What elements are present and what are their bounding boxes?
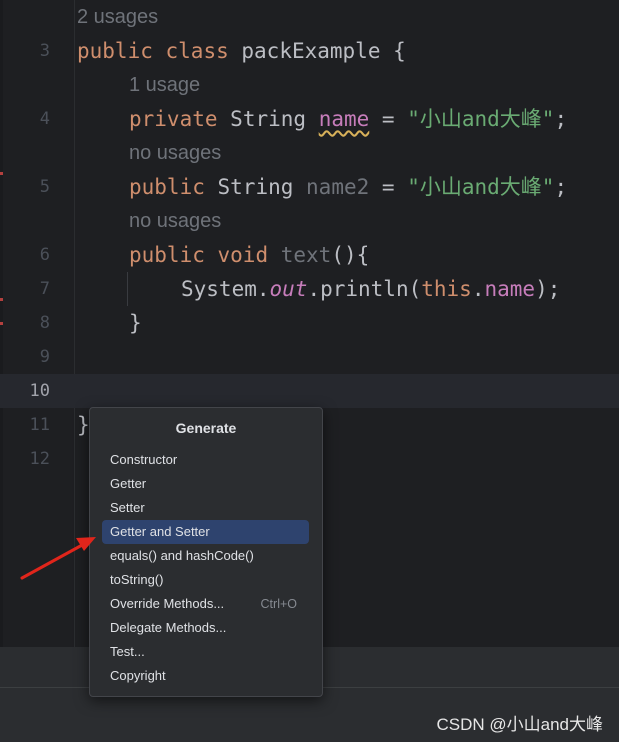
watermark: CSDN @小山and大峰 (436, 715, 603, 734)
code-line-9[interactable]: 9 (0, 340, 619, 374)
usage-hint-row: 2 usages (0, 0, 619, 34)
code-text: } (129, 311, 142, 335)
line-number: 12 (29, 449, 50, 469)
line-number: 9 (39, 347, 50, 367)
line-number: 11 (29, 415, 50, 435)
line-number: 7 (39, 279, 50, 299)
popup-title: Generate (175, 420, 237, 436)
line-number: 3 (39, 41, 50, 61)
code-line-6[interactable]: 6 public void text(){ (0, 238, 619, 272)
code-text: System.out.println(this.name); (181, 277, 561, 301)
usage-hint[interactable]: 2 usages (77, 0, 158, 34)
line-number: 10 (29, 381, 50, 401)
menu-item-getter[interactable]: Getter (102, 472, 309, 496)
menu-item-setter[interactable]: Setter (102, 496, 309, 520)
menu-item-delegate-methods[interactable]: Delegate Methods... (102, 616, 309, 640)
menu-item-getter-and-setter[interactable]: Getter and Setter (102, 520, 309, 544)
code-text: private String name = "小山and大峰"; (129, 107, 568, 131)
menu-item-tostring[interactable]: toString() (102, 568, 309, 592)
usage-hint-row: 1 usage (0, 68, 619, 102)
line-number: 5 (39, 177, 50, 197)
code-line-5[interactable]: 5 public String name2 = "小山and大峰"; (0, 170, 619, 204)
usage-hint-row: no usages (0, 136, 619, 170)
code-line-7[interactable]: 7 System.out.println(this.name); (0, 272, 619, 306)
code-line-4[interactable]: 4 private String name = "小山and大峰"; (0, 102, 619, 136)
menu-item-override-methods[interactable]: Override Methods... Ctrl+O (102, 592, 309, 616)
code-text: public String name2 = "小山and大峰"; (129, 175, 568, 199)
code-line-10-current[interactable]: 10 (0, 374, 619, 408)
line-number: 6 (39, 245, 50, 265)
menu-item-test[interactable]: Test... (102, 640, 309, 664)
shortcut-label: Ctrl+O (260, 597, 297, 611)
code-text: public void text(){ (129, 243, 370, 267)
line-number: 8 (39, 313, 50, 333)
menu-item-copyright[interactable]: Copyright (102, 664, 309, 688)
code-text: } (77, 413, 90, 437)
menu-item-constructor[interactable]: Constructor (102, 448, 309, 472)
code-line-8[interactable]: 8 } (0, 306, 619, 340)
usage-hint[interactable]: no usages (129, 204, 221, 238)
code-text: public class packExample { (77, 39, 406, 63)
generate-popup: Generate Constructor Getter Setter Gette… (89, 407, 323, 697)
usage-hint[interactable]: 1 usage (129, 68, 200, 102)
usage-hint[interactable]: no usages (129, 136, 221, 170)
code-line-3[interactable]: 3 public class packExample { (0, 34, 619, 68)
line-number: 4 (39, 109, 50, 129)
menu-item-equals-hashcode[interactable]: equals() and hashCode() (102, 544, 309, 568)
usage-hint-row: no usages (0, 204, 619, 238)
